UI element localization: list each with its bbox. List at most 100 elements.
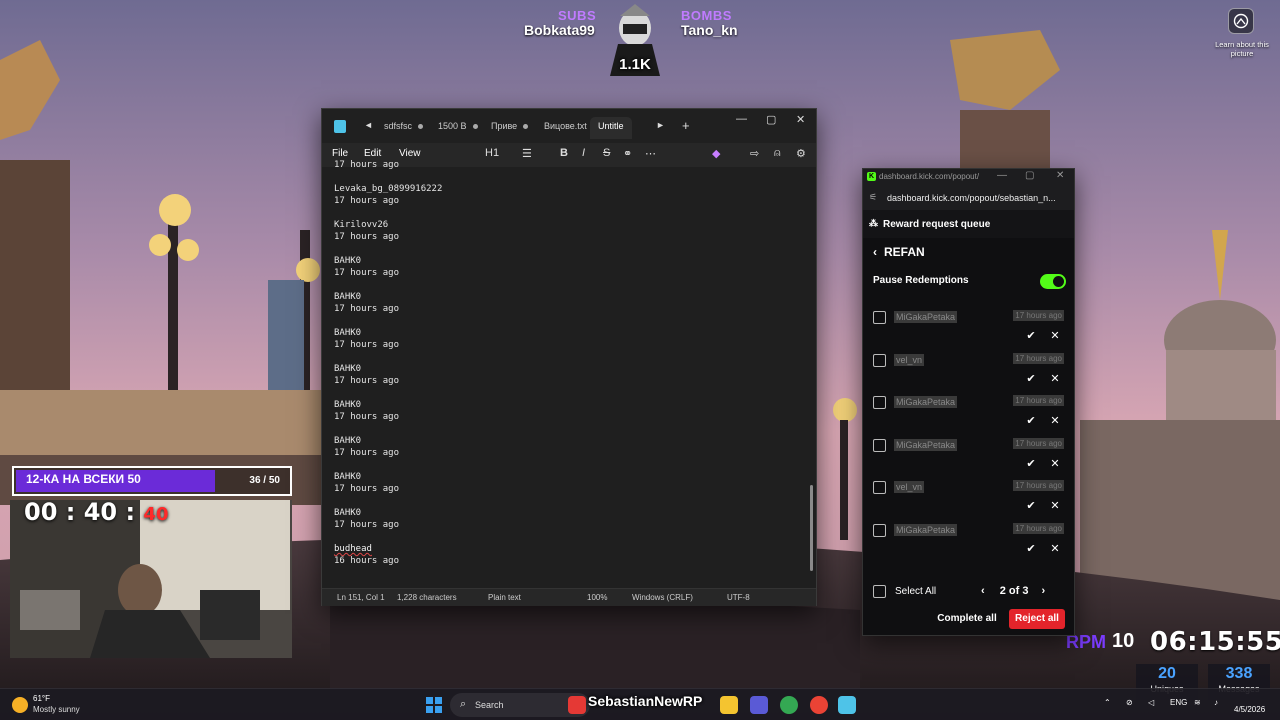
mascot-count: 1.1K bbox=[619, 56, 651, 73]
text-line: BAHK0 bbox=[334, 256, 362, 266]
queue-icon: ⁂ bbox=[869, 218, 878, 228]
kick-minimize-button[interactable]: — bbox=[997, 170, 1007, 181]
kick-close-button[interactable]: ✕ bbox=[1056, 170, 1064, 181]
windows-start-icon[interactable] bbox=[426, 697, 442, 713]
weather-condition[interactable]: Mostly sunny bbox=[33, 705, 80, 714]
italic-button[interactable]: I bbox=[582, 147, 585, 159]
redemption-time: 17 hours ago bbox=[1013, 523, 1064, 534]
minimize-button[interactable]: — bbox=[736, 113, 747, 125]
tab-prive[interactable]: Приве bbox=[483, 117, 536, 139]
notepad-titlebar[interactable]: ◄ sdfsfsc 1500 B Приве Вицове.txt Untitl… bbox=[322, 109, 816, 143]
mute-icon[interactable]: ◁ bbox=[1148, 698, 1154, 707]
subs-label: SUBS bbox=[558, 8, 597, 23]
redemption-checkbox[interactable] bbox=[873, 311, 886, 324]
show-hidden-icons-chevron-up-icon[interactable]: ⌃ bbox=[1104, 698, 1111, 707]
network-icon[interactable]: ⊘ bbox=[1126, 698, 1133, 707]
prev-page-icon[interactable]: ‹ bbox=[981, 585, 985, 597]
redemption-checkbox[interactable] bbox=[873, 481, 886, 495]
notepad-app-icon bbox=[334, 120, 346, 133]
weather-temperature[interactable]: 61°F bbox=[33, 694, 50, 703]
text-line: 17 hours ago bbox=[334, 448, 400, 458]
tab-scroll-right-icon[interactable]: ► bbox=[656, 120, 665, 130]
text-line: 17 hours ago bbox=[334, 268, 400, 278]
weather-sun-icon[interactable] bbox=[12, 697, 28, 713]
reject-x-icon[interactable]: ✕ bbox=[1046, 413, 1064, 429]
approve-check-icon[interactable]: ✔ bbox=[1022, 413, 1040, 429]
kick-url[interactable]: dashboard.kick.com/popout/sebastian_n... bbox=[887, 193, 1056, 203]
reject-x-icon[interactable]: ✕ bbox=[1046, 456, 1064, 472]
unsaved-dot-icon bbox=[472, 124, 478, 130]
reject-x-icon[interactable]: ✕ bbox=[1046, 498, 1064, 514]
zoom-level[interactable]: 100% bbox=[587, 593, 607, 602]
pause-redemptions-toggle[interactable] bbox=[1040, 274, 1066, 289]
pagination: ‹ 2 of 3 › bbox=[981, 585, 1045, 597]
tab-sdfsfsc[interactable]: sdfsfsc bbox=[376, 117, 431, 139]
text-line: 17 hours ago bbox=[334, 160, 400, 170]
tab-label: sdfsfsc bbox=[384, 121, 413, 131]
language-indicator[interactable]: ENG bbox=[1170, 698, 1187, 707]
menu-file[interactable]: File bbox=[332, 148, 348, 159]
redemption-checkbox[interactable] bbox=[873, 353, 886, 367]
kick-maximize-button[interactable]: ▢ bbox=[1025, 170, 1034, 181]
reject-all-button[interactable]: Reject all bbox=[1009, 609, 1065, 629]
redemption-checkbox[interactable] bbox=[873, 524, 886, 537]
bold-button[interactable]: B bbox=[560, 147, 568, 159]
reject-x-icon[interactable]: ✕ bbox=[1046, 541, 1064, 557]
text-line: BAHK0 bbox=[334, 508, 362, 518]
volume-icon[interactable]: ♪ bbox=[1214, 698, 1218, 707]
approve-check-icon[interactable]: ✔ bbox=[1022, 371, 1040, 387]
learn-about-picture-icon[interactable] bbox=[1228, 8, 1254, 34]
reward-queue-header: ⁂ Reward request queue bbox=[863, 210, 1074, 238]
notepad-statusbar: Ln 151, Col 1 1,228 characters Plain tex… bbox=[322, 588, 816, 606]
youtube-app-icon[interactable] bbox=[568, 696, 586, 714]
tab-scroll-left-icon[interactable]: ◄ bbox=[364, 120, 373, 130]
notepad-scrollbar[interactable] bbox=[810, 485, 813, 571]
text-line: BAHK0 bbox=[334, 364, 362, 374]
text-line: 17 hours ago bbox=[334, 520, 400, 530]
back-to-rewards[interactable]: ‹ REFAN bbox=[873, 245, 925, 259]
redemption-row: vel_vn 17 hours ago ✔ ✕ bbox=[863, 473, 1074, 515]
stream-timer: 00 : 40 : 40 bbox=[24, 498, 168, 526]
next-page-icon[interactable]: › bbox=[1042, 585, 1046, 597]
tab-1500b[interactable]: 1500 B bbox=[430, 117, 486, 139]
line-ending[interactable]: Windows (CRLF) bbox=[632, 593, 693, 602]
menu-view[interactable]: View bbox=[399, 148, 421, 159]
select-all[interactable]: Select All bbox=[873, 585, 936, 598]
tab-untitled[interactable]: Untitle bbox=[590, 117, 632, 139]
taskbar-date[interactable]: 4/5/2026 bbox=[1234, 705, 1265, 714]
approve-check-icon[interactable]: ✔ bbox=[1022, 456, 1040, 472]
text-format[interactable]: Plain text bbox=[488, 593, 521, 602]
complete-all-button[interactable]: Complete all bbox=[934, 609, 1000, 629]
app-icon[interactable] bbox=[750, 696, 768, 714]
app-icon[interactable] bbox=[720, 696, 738, 714]
cursor-position: Ln 151, Col 1 bbox=[337, 593, 385, 602]
redemption-user: MiGakaPetaka bbox=[894, 311, 958, 323]
approve-check-icon[interactable]: ✔ bbox=[1022, 328, 1040, 344]
menu-edit[interactable]: Edit bbox=[364, 148, 381, 159]
new-tab-button[interactable]: + bbox=[682, 118, 690, 133]
kick-titlebar[interactable]: K dashboard.kick.com/popout/ — ▢ ✕ bbox=[863, 169, 1074, 186]
encoding[interactable]: UTF-8 bbox=[727, 593, 750, 602]
redemption-checkbox[interactable] bbox=[873, 438, 886, 452]
chrome-icon[interactable] bbox=[780, 696, 798, 714]
approve-check-icon[interactable]: ✔ bbox=[1022, 541, 1040, 557]
site-info-icon[interactable]: ⚟ bbox=[869, 192, 877, 203]
messages-value: 338 bbox=[1225, 665, 1253, 682]
kick-url-bar[interactable]: ⚟ dashboard.kick.com/popout/sebastian_n.… bbox=[863, 186, 1074, 210]
reject-x-icon[interactable]: ✕ bbox=[1046, 371, 1064, 387]
strikethrough-button[interactable]: S bbox=[603, 147, 610, 159]
learn-about-picture-label[interactable]: Learn about this picture bbox=[1212, 40, 1272, 58]
notepad-taskbar-icon[interactable] bbox=[838, 696, 856, 714]
select-all-checkbox[interactable] bbox=[873, 585, 886, 598]
redemption-row: MiGakaPetaka 17 hours ago ✔ ✕ bbox=[863, 431, 1074, 473]
wifi-icon[interactable]: ≋ bbox=[1194, 698, 1201, 707]
approve-check-icon[interactable]: ✔ bbox=[1022, 498, 1040, 514]
redemption-user: vel_vn bbox=[894, 353, 925, 366]
notepad-text-area[interactable]: 17 hours ago Levaka_bg_0899916222 17 hours… bbox=[322, 159, 816, 587]
close-button[interactable]: ✕ bbox=[796, 113, 805, 126]
chrome-icon[interactable] bbox=[810, 696, 828, 714]
maximize-button[interactable]: ▢ bbox=[766, 113, 776, 126]
redemption-checkbox[interactable] bbox=[873, 396, 886, 410]
reject-x-icon[interactable]: ✕ bbox=[1046, 328, 1064, 344]
heading-dropdown[interactable]: H1 bbox=[485, 147, 499, 159]
